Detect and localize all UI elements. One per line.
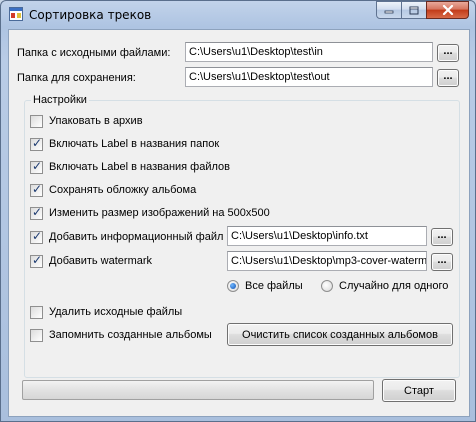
checkmark-icon: ✓ [32, 228, 43, 243]
remember-albums-label: Запомнить созданные альбомы [49, 329, 212, 341]
source-folder-input[interactable]: C:\Users\u1\Desktop\test\in [185, 42, 433, 62]
settings-group-title: Настройки [31, 94, 89, 106]
watermark-label: Добавить watermark [49, 255, 153, 267]
label-in-file-names-checkbox[interactable]: ✓ Включать Label в названия файлов [30, 158, 231, 174]
checkbox-box[interactable] [30, 114, 43, 128]
minimize-icon [384, 10, 394, 14]
main-window: Сортировка треков Папка с исходными файл… [0, 0, 476, 422]
checkbox-box[interactable] [30, 328, 43, 342]
watermark-browse-button[interactable]: ... [431, 253, 453, 271]
checkmark-icon: ✓ [32, 158, 43, 173]
radio-selected-dot [230, 283, 236, 289]
info-file-input[interactable]: C:\Users\u1\Desktop\info.txt [227, 226, 427, 246]
delete-source-checkbox[interactable]: Удалить исходные файлы [30, 305, 182, 319]
window-title: Сортировка треков [29, 8, 152, 22]
output-folder-label: Папка для сохранения: [17, 72, 136, 84]
start-button[interactable]: Старт [382, 379, 456, 402]
maximize-button[interactable] [401, 1, 427, 19]
random-one-radio[interactable]: Случайно для одного [321, 279, 448, 293]
resize-images-label: Изменить размер изображений на 500x500 [49, 207, 270, 219]
resize-images-checkbox[interactable]: ✓ Изменить размер изображений на 500x500 [30, 204, 270, 220]
maximize-icon [409, 6, 419, 14]
all-files-label: Все файлы [245, 280, 303, 292]
info-file-label: Добавить информационный файл [49, 231, 224, 243]
watermark-input[interactable]: C:\Users\u1\Desktop\mp3-cover-watermark [227, 251, 427, 271]
title-bar[interactable]: Сортировка треков [1, 1, 475, 27]
label-in-file-names-label: Включать Label в названия файлов [49, 161, 231, 173]
pack-archive-label: Упаковать в архив [49, 115, 143, 127]
checkmark-icon: ✓ [32, 204, 43, 219]
minimize-button[interactable] [376, 1, 402, 19]
info-file-browse-button[interactable]: ... [431, 228, 453, 246]
label-in-folder-names-label: Включать Label в названия папок [49, 138, 220, 150]
checkbox-box[interactable]: ✓ [30, 204, 43, 220]
remember-albums-checkbox[interactable]: Запомнить созданные альбомы [30, 328, 212, 342]
delete-source-label: Удалить исходные файлы [49, 306, 183, 318]
radio-circle[interactable] [321, 280, 333, 292]
checkbox-box[interactable]: ✓ [30, 135, 43, 151]
client-area: Папка с исходными файлами: C:\Users\u1\D… [8, 29, 470, 417]
checkbox-box[interactable]: ✓ [30, 228, 43, 244]
close-button[interactable] [426, 1, 469, 19]
pack-archive-checkbox[interactable]: Упаковать в архив [30, 114, 143, 128]
checkmark-icon: ✓ [32, 135, 43, 150]
source-folder-browse-button[interactable]: ... [437, 44, 459, 62]
label-in-folder-names-checkbox[interactable]: ✓ Включать Label в названия папок [30, 135, 220, 151]
close-icon [442, 5, 453, 15]
checkbox-box[interactable] [30, 305, 43, 319]
save-cover-checkbox[interactable]: ✓ Сохранять обложку альбома [30, 181, 197, 197]
all-files-radio[interactable]: Все файлы [227, 279, 303, 293]
checkmark-icon: ✓ [32, 181, 43, 196]
checkbox-box[interactable]: ✓ [30, 252, 43, 268]
caption-buttons [376, 1, 469, 19]
output-folder-browse-button[interactable]: ... [437, 69, 459, 87]
checkmark-icon: ✓ [32, 252, 43, 267]
output-folder-input[interactable]: C:\Users\u1\Desktop\test\out [185, 67, 433, 87]
info-file-checkbox[interactable]: ✓ Добавить информационный файл [30, 228, 224, 244]
app-icon [9, 7, 23, 21]
random-one-label: Случайно для одного [339, 280, 449, 292]
clear-albums-button[interactable]: Очистить список созданных альбомов [227, 323, 453, 346]
checkbox-box[interactable]: ✓ [30, 181, 43, 197]
radio-circle[interactable] [227, 280, 239, 292]
progress-bar [22, 380, 374, 400]
source-folder-label: Папка с исходными файлами: [17, 47, 171, 59]
checkbox-box[interactable]: ✓ [30, 158, 43, 174]
save-cover-label: Сохранять обложку альбома [49, 184, 197, 196]
watermark-checkbox[interactable]: ✓ Добавить watermark [30, 252, 153, 268]
